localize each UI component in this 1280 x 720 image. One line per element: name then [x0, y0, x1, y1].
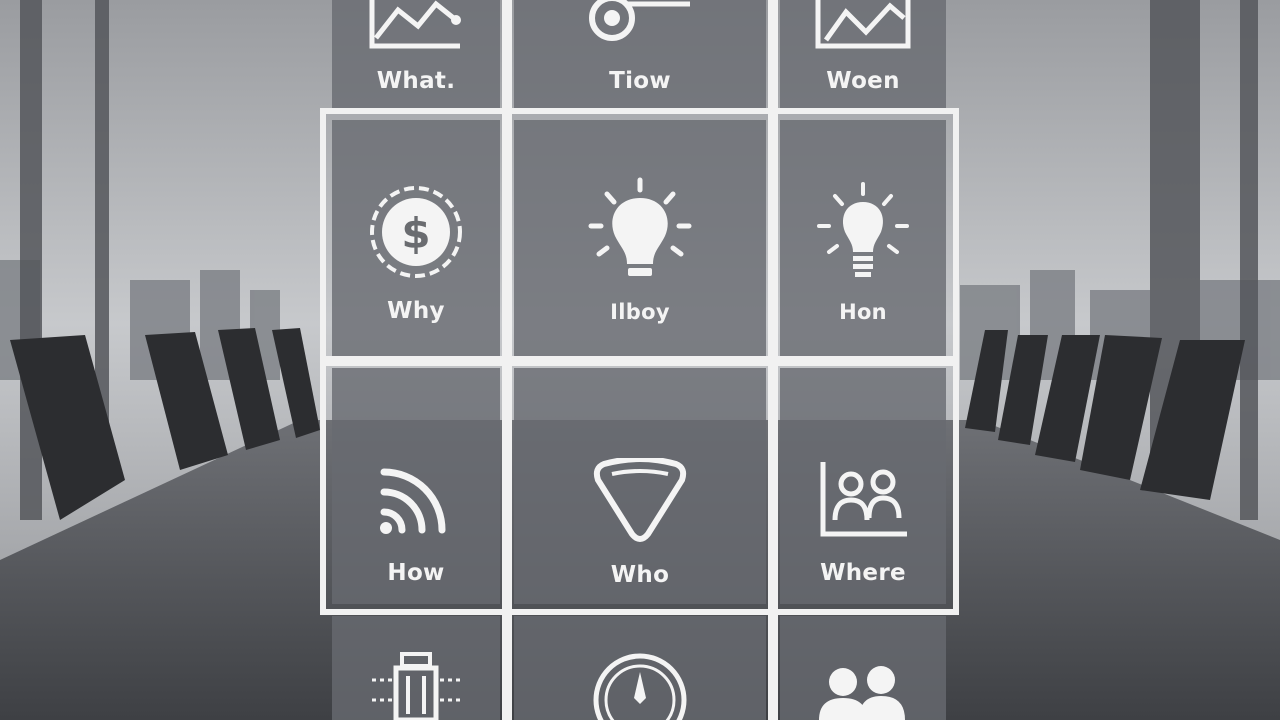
- tile-label-what: What.: [376, 68, 456, 94]
- grid-line-bottom-right: [768, 612, 778, 720]
- grid-line-bottom-left: [502, 612, 512, 720]
- tile-why[interactable]: $ Why: [332, 120, 500, 356]
- tile-what[interactable]: What.: [332, 0, 500, 108]
- tile-tiow[interactable]: Tiow: [514, 0, 766, 108]
- area-chart-icon: [815, 0, 911, 49]
- tile-woen[interactable]: Woen: [780, 0, 946, 108]
- line-chart-icon: [369, 0, 461, 49]
- tile-hon[interactable]: Hon: [780, 120, 946, 356]
- tile-bottom-left[interactable]: [332, 616, 500, 720]
- tile-label-ilboy: Ilboy: [610, 300, 670, 324]
- shield-icon: [593, 458, 687, 542]
- team-icon: [819, 666, 905, 720]
- tile-bottom-center[interactable]: [514, 616, 766, 720]
- dollar-gear-icon: $: [370, 186, 462, 278]
- tile-label-who: Who: [610, 562, 670, 588]
- tile-bottom-right[interactable]: [780, 616, 946, 720]
- server-icon: [372, 652, 460, 720]
- grid-line-inner-h: [322, 356, 958, 366]
- tile-label-hon: Hon: [839, 300, 887, 324]
- tile-label-where: Where: [820, 560, 906, 586]
- people-chart-icon: [820, 462, 907, 537]
- tile-label-tiow: Tiow: [609, 68, 671, 94]
- tile-label-how: How: [387, 560, 445, 586]
- tile-ilboy[interactable]: Ilboy: [514, 120, 766, 356]
- tile-how[interactable]: How: [332, 368, 500, 604]
- grid-line-top-right: [768, 0, 778, 110]
- key-icon: [589, 0, 690, 41]
- tile-who[interactable]: Who: [514, 368, 766, 604]
- lightbulb-icon: [588, 177, 692, 276]
- tile-label-why: Why: [387, 298, 445, 324]
- grid-line-top-left: [502, 0, 512, 110]
- idea-bulb-icon: [817, 182, 909, 277]
- compass-icon: [593, 653, 687, 720]
- tile-label-woen: Woen: [826, 68, 900, 94]
- signal-icon: [380, 468, 446, 534]
- tile-where[interactable]: Where: [780, 368, 946, 604]
- svg-text:$: $: [401, 209, 430, 258]
